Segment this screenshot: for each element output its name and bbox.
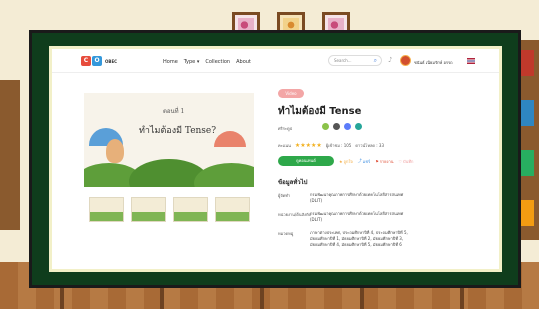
top-navbar: C O OBEC Home Type ▾ Collection About Se… bbox=[52, 49, 499, 73]
action-bar: ดูคอนเทนต์ ★ ถูกใจ ⤴ แชร์ ⚑ รายงาน ♡ บัน… bbox=[278, 156, 413, 166]
logo-text: OBEC bbox=[105, 58, 118, 64]
info-value: กรมพัฒนาคุณภาพการศึกษาด้วยเทคโนโลยีสารสน… bbox=[310, 211, 404, 222]
content-title: ทำไมต้องมี Tense bbox=[278, 106, 362, 117]
subject-icon[interactable] bbox=[322, 123, 329, 130]
language-flag-icon[interactable] bbox=[467, 58, 475, 64]
general-info-heading: ข้อมูลทั่วไป bbox=[278, 179, 308, 186]
subject-icon[interactable] bbox=[344, 123, 351, 130]
bookshelf-left bbox=[0, 80, 20, 230]
report-button[interactable]: ⚑ รายงาน bbox=[375, 158, 393, 165]
menu-item-home[interactable]: Home bbox=[163, 59, 178, 65]
umbrella-illustration bbox=[214, 131, 246, 147]
info-value: กรมพัฒนาคุณภาพการศึกษาด้วยเทคโนโลยีสารสน… bbox=[310, 192, 404, 203]
info-label: หมวดหมู่ bbox=[278, 231, 294, 236]
views-count: ผู้เข้าชม : 105 bbox=[325, 143, 352, 148]
search-input[interactable]: Search... ⌕ bbox=[328, 55, 382, 66]
avatar[interactable] bbox=[400, 55, 411, 66]
info-label: หน่วยงาน/ต้นสังกัด bbox=[278, 212, 311, 217]
like-button[interactable]: ★ ถูกใจ bbox=[339, 158, 353, 165]
preview-title: ทำไมต้องมี Tense? bbox=[139, 126, 217, 136]
info-value: ภาษาต่างประเทศ, ประถมศึกษาปีที่ 4, ประถม… bbox=[310, 230, 408, 247]
info-row: หมวดหมู่ ภาษาต่างประเทศ, ประถมศึกษาปีที่… bbox=[278, 230, 408, 247]
user-name[interactable]: ชนันธ์ เนียมรักษ์ อรรถ bbox=[414, 59, 453, 66]
search-icon[interactable]: ⌕ bbox=[374, 57, 377, 65]
thumbnail[interactable] bbox=[215, 197, 250, 222]
menu-item-about[interactable]: About bbox=[236, 59, 251, 65]
thumbnail-strip bbox=[89, 197, 250, 222]
content-stats: คะแนน ★★★★★ ผู้เข้าชม : 105 ดาวน์โหลด : … bbox=[278, 142, 384, 149]
star-rating[interactable]: ★★★★★ bbox=[295, 142, 322, 149]
main-menu: Home Type ▾ Collection About bbox=[163, 59, 251, 65]
subject-icon[interactable] bbox=[333, 123, 340, 130]
rating-label: คะแนน bbox=[278, 143, 291, 148]
obec-logo[interactable]: C O OBEC bbox=[81, 56, 117, 66]
info-label: ผู้จัดทำ bbox=[278, 193, 291, 198]
info-row: ผู้จัดทำ กรมพัฒนาคุณภาพการศึกษาด้วยเทคโน… bbox=[278, 192, 403, 203]
subject-label: ศริระดูป bbox=[278, 126, 293, 131]
info-row: หน่วยงาน/ต้นสังกัด กรมพัฒนาคุณภาพการศึกษ… bbox=[278, 211, 403, 222]
menu-item-collection[interactable]: Collection bbox=[205, 59, 230, 65]
bell-icon[interactable]: ♪ bbox=[388, 56, 392, 64]
video-preview[interactable]: ตอนที่ 1 ทำไมต้องมี Tense? bbox=[84, 93, 254, 187]
downloads-count: ดาวน์โหลด : 33 bbox=[355, 143, 384, 148]
menu-item-type[interactable]: Type ▾ bbox=[184, 59, 200, 65]
thumbnail[interactable] bbox=[89, 197, 124, 222]
view-content-button[interactable]: ดูคอนเทนต์ bbox=[278, 156, 334, 166]
webpage-screenshot: C O OBEC Home Type ▾ Collection About Se… bbox=[49, 46, 502, 272]
subject-icons bbox=[322, 123, 362, 130]
subject-icon[interactable] bbox=[355, 123, 362, 130]
preview-episode: ตอนที่ 1 bbox=[163, 108, 185, 115]
share-button[interactable]: ⤴ แชร์ bbox=[358, 158, 370, 165]
save-button[interactable]: ♡ บันทึก bbox=[398, 158, 413, 165]
media-type-badge: Video bbox=[278, 89, 304, 98]
thumbnail[interactable] bbox=[173, 197, 208, 222]
thumbnail[interactable] bbox=[131, 197, 166, 222]
bush-illustration bbox=[194, 163, 254, 187]
character-illustration bbox=[106, 139, 124, 163]
